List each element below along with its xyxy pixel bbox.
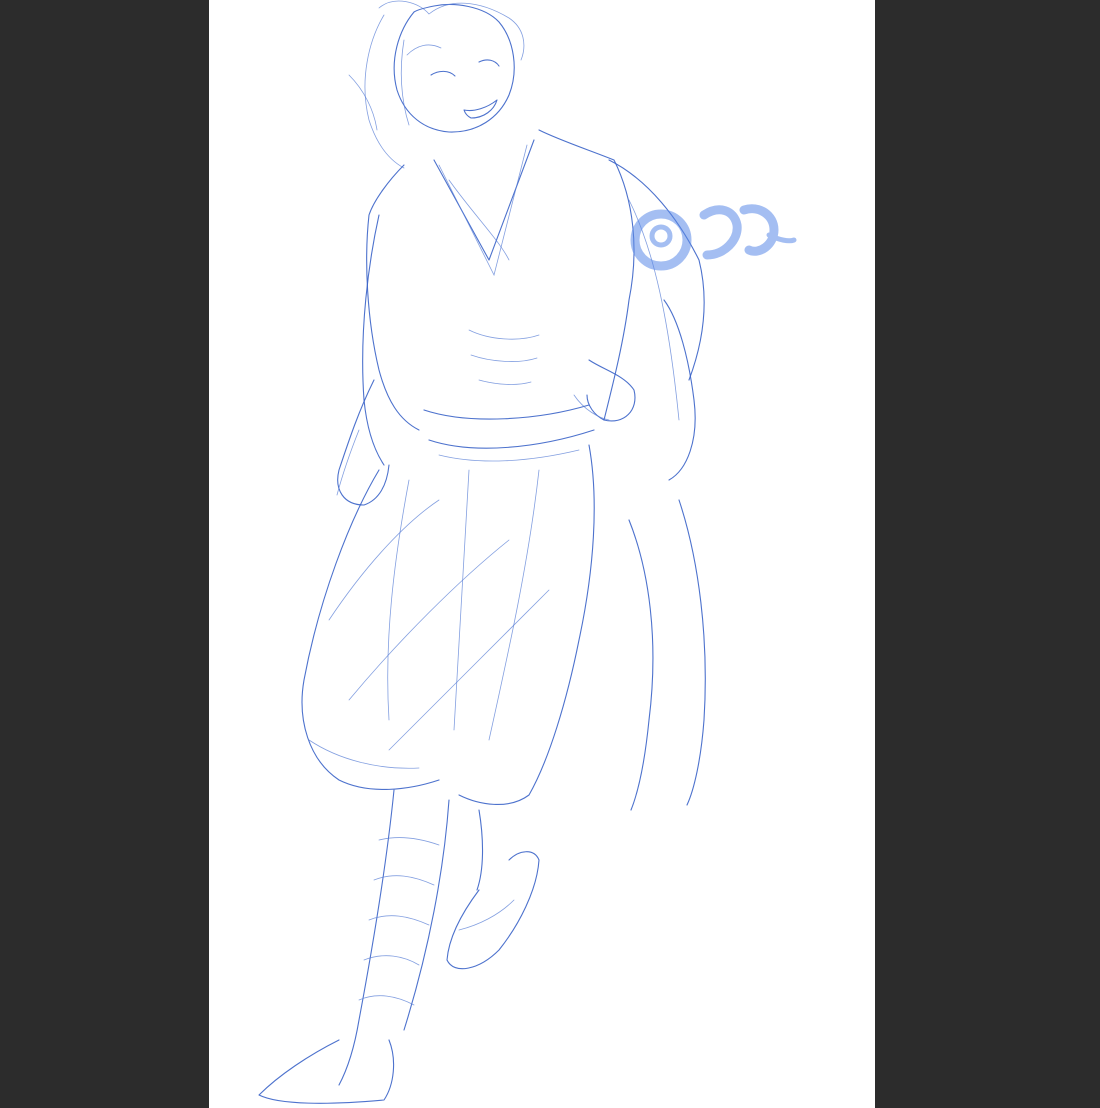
torso-sketch	[362, 129, 705, 466]
arms-sketch	[336, 299, 696, 506]
sketch-layer	[258, 0, 797, 1104]
pants-sketch	[301, 444, 706, 811]
drawing-canvas[interactable]	[209, 0, 875, 1108]
signature-mark	[630, 204, 797, 271]
legs-sketch	[258, 789, 540, 1104]
workspace-area	[0, 0, 1100, 1108]
head-sketch	[348, 0, 525, 169]
